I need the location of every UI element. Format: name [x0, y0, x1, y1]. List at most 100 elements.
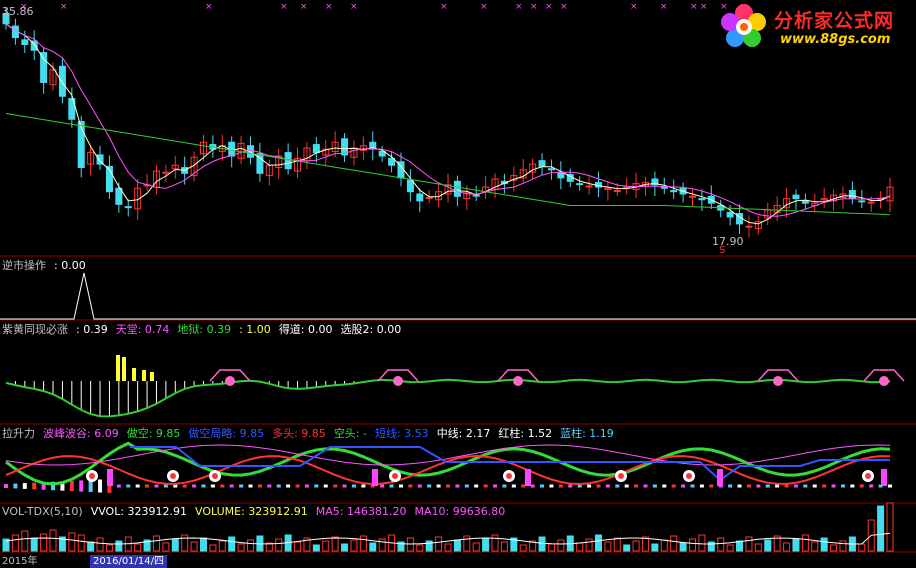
- candle-body: [312, 144, 320, 154]
- candle-body: [21, 39, 29, 46]
- volume-bar: [30, 537, 38, 552]
- logo-url: www.88gs.com: [780, 32, 891, 47]
- dot-bar: [436, 484, 441, 488]
- p2-header-label: 逆市操作: [2, 259, 46, 272]
- dot-bar: [596, 484, 601, 488]
- candle-body: [425, 196, 433, 199]
- volume-bar: [322, 540, 330, 552]
- magenta-bar: [717, 469, 723, 486]
- price-high-label: 35.86: [2, 5, 34, 18]
- volume-bar: [839, 540, 847, 552]
- volume-bar: [604, 541, 612, 552]
- volume-bar: [369, 542, 377, 552]
- volume-bar: [11, 534, 19, 552]
- volume-bar: [49, 529, 57, 552]
- volume-bar: [359, 535, 367, 552]
- top-x-markers: ×××××××××××××××××××: [20, 2, 748, 12]
- volume-bar: [218, 540, 226, 552]
- magenta-bar: [372, 469, 378, 486]
- volume-bar: [482, 538, 490, 552]
- volume-bar: [77, 534, 85, 552]
- dot-bar: [690, 484, 695, 488]
- signal-marker: [773, 376, 783, 386]
- dot-bar: [681, 484, 686, 488]
- volume-bar: [792, 538, 800, 552]
- candle-body: [453, 180, 461, 197]
- buy-marker-dot: [506, 473, 512, 479]
- volume-bar: [726, 544, 734, 552]
- candle-body: [40, 52, 48, 83]
- p3-header-label: 紫黄同现必涨: [2, 323, 68, 336]
- dot-bar: [558, 484, 563, 488]
- volume-bar: [736, 540, 744, 552]
- dot-bar: [201, 484, 206, 488]
- dot-bar: [822, 484, 827, 488]
- magenta-bar: [881, 469, 887, 486]
- volume-bar: [538, 536, 546, 552]
- volume-bar: [472, 542, 480, 552]
- dot-bar: [869, 484, 874, 488]
- volume-bar: [378, 538, 386, 552]
- x-marker: ×: [700, 2, 708, 12]
- dot-bar: [737, 484, 742, 488]
- volume-bar: [209, 544, 217, 552]
- dot-bar: [709, 484, 714, 488]
- volume-bar: [811, 541, 819, 552]
- p5-header-label: MA10: 99636.80: [414, 505, 506, 518]
- buy-marker-dot: [686, 473, 692, 479]
- x-marker: ×: [350, 2, 358, 12]
- volume-bar: [350, 539, 358, 552]
- p4-header-label: 空头: -: [333, 427, 367, 440]
- volume-bar: [679, 542, 687, 552]
- volume-bar: [500, 541, 508, 552]
- x-marker: ×: [300, 2, 308, 12]
- dot-bar: [568, 484, 573, 488]
- volume-bar: [444, 543, 452, 552]
- p4-header-label: 拉升力: [2, 427, 35, 440]
- candle-body: [613, 190, 621, 193]
- volume-bar: [406, 537, 414, 552]
- candle-body: [698, 198, 706, 201]
- x-marker: ×: [440, 2, 448, 12]
- candle-body: [670, 190, 678, 193]
- dot-bar: [699, 484, 704, 488]
- volume-bar: [105, 544, 113, 552]
- dot-bar: [427, 484, 432, 488]
- candle-body: [58, 65, 66, 97]
- volume-bar: [87, 541, 95, 552]
- signal-marker: [879, 376, 889, 386]
- volume-bar: [651, 543, 659, 552]
- volume-bar: [341, 543, 349, 552]
- volume-ma-line: [5, 532, 891, 545]
- flower-icon: [721, 4, 766, 47]
- dot-bar: [803, 484, 808, 488]
- dot-bar: [248, 484, 253, 488]
- lift-force-panel: [4, 441, 892, 493]
- dot-bar: [784, 484, 789, 488]
- dot-bar: [389, 484, 394, 488]
- signal-marker: [513, 376, 523, 386]
- dot-bar: [587, 484, 592, 488]
- candle-body: [124, 206, 132, 209]
- volume-bar: [237, 543, 245, 552]
- dot-bar: [116, 484, 121, 488]
- volume-bar: [632, 540, 640, 552]
- dot-bar: [765, 484, 770, 488]
- dot-bar: [323, 484, 328, 488]
- dot-bar: [455, 484, 460, 488]
- p3-header-label: 天堂: 0.74: [115, 323, 170, 336]
- dot-bar: [888, 484, 892, 488]
- dot-bar: [624, 484, 629, 488]
- stock-chart: ×××××××××××××××××××: [0, 2, 916, 553]
- dot-bar: [135, 484, 140, 488]
- magenta-bar: [525, 469, 531, 486]
- volume-bar: [689, 538, 697, 552]
- x-marker: ×: [205, 2, 213, 12]
- p3-header-label: : 1.00: [239, 323, 271, 336]
- x-marker: ×: [560, 2, 568, 12]
- buy-marker-dot: [89, 473, 95, 479]
- volume-bar: [21, 530, 29, 552]
- volume-bar: [801, 534, 809, 552]
- dot-bar: [126, 484, 131, 488]
- dot-bar: [22, 483, 27, 489]
